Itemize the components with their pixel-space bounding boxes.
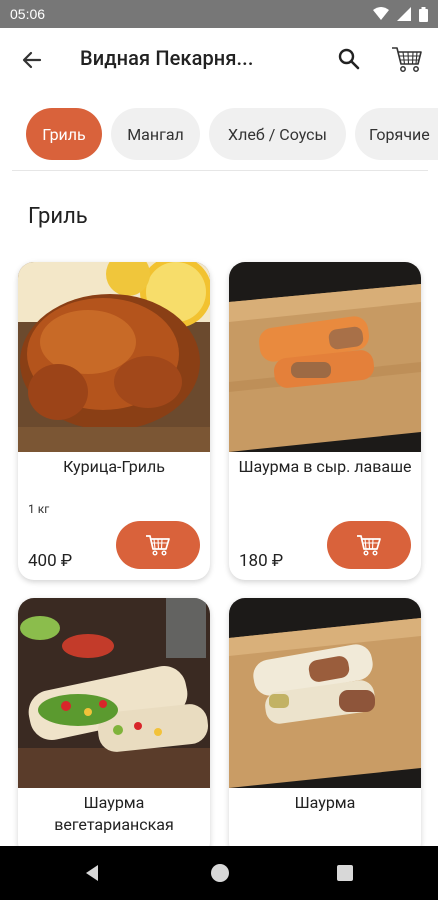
tab-mangal[interactable]: Мангал — [111, 108, 200, 160]
status-bar: 05:06 — [0, 0, 438, 28]
add-to-cart-button[interactable] — [116, 521, 200, 569]
tab-hot[interactable]: Горячие — [355, 108, 438, 160]
cart-icon[interactable] — [390, 42, 424, 76]
battery-icon — [419, 6, 428, 22]
product-name: Шаурма — [294, 793, 356, 812]
status-time: 05:06 — [10, 6, 46, 22]
product-photo-veg-shawarma — [18, 598, 210, 788]
nav-home-icon[interactable] — [211, 864, 229, 882]
category-tabs: Гриль Мангал Хлеб / Соусы Горячие — [0, 108, 438, 164]
product-card[interactable]: Шаурма вегетарианская — [18, 598, 210, 858]
product-weight: 1 кг — [28, 502, 50, 516]
section-title: Гриль — [28, 204, 88, 229]
product-name: Курица-Гриль — [63, 457, 165, 476]
divider — [12, 170, 428, 171]
product-photo-chicken — [18, 262, 210, 452]
page-title: Видная Пекарня... — [80, 46, 254, 70]
nav-recent-icon[interactable] — [337, 865, 353, 881]
search-icon[interactable] — [334, 44, 364, 74]
product-name: Шаурма вегетарианская — [54, 793, 174, 834]
product-card[interactable]: Курица-Гриль 1 кг 400 ₽ — [18, 262, 210, 580]
tab-bread-sauces[interactable]: Хлеб / Соусы — [209, 108, 346, 160]
add-to-cart-button[interactable] — [327, 521, 411, 569]
nav-back-icon[interactable] — [82, 863, 102, 883]
back-arrow-icon[interactable] — [18, 46, 46, 74]
product-name: Шаурма в сыр. лаваше — [238, 457, 412, 476]
system-icons — [373, 6, 428, 22]
product-price: 180 ₽ — [239, 551, 284, 571]
wifi-icon — [373, 7, 389, 20]
system-nav-bar — [0, 846, 438, 900]
product-price: 400 ₽ — [28, 551, 73, 571]
product-card[interactable]: Шаурма — [229, 598, 421, 858]
product-card[interactable]: Шаурма в сыр. лаваше 180 ₽ — [229, 262, 421, 580]
product-photo-shawarma-cheese — [229, 262, 421, 452]
app-bar: Видная Пекарня... — [0, 28, 438, 92]
cart-icon — [357, 535, 381, 556]
signal-icon — [397, 7, 411, 21]
product-photo-shawarma — [229, 598, 421, 788]
cart-icon — [146, 535, 170, 556]
tab-grill[interactable]: Гриль — [26, 108, 102, 160]
